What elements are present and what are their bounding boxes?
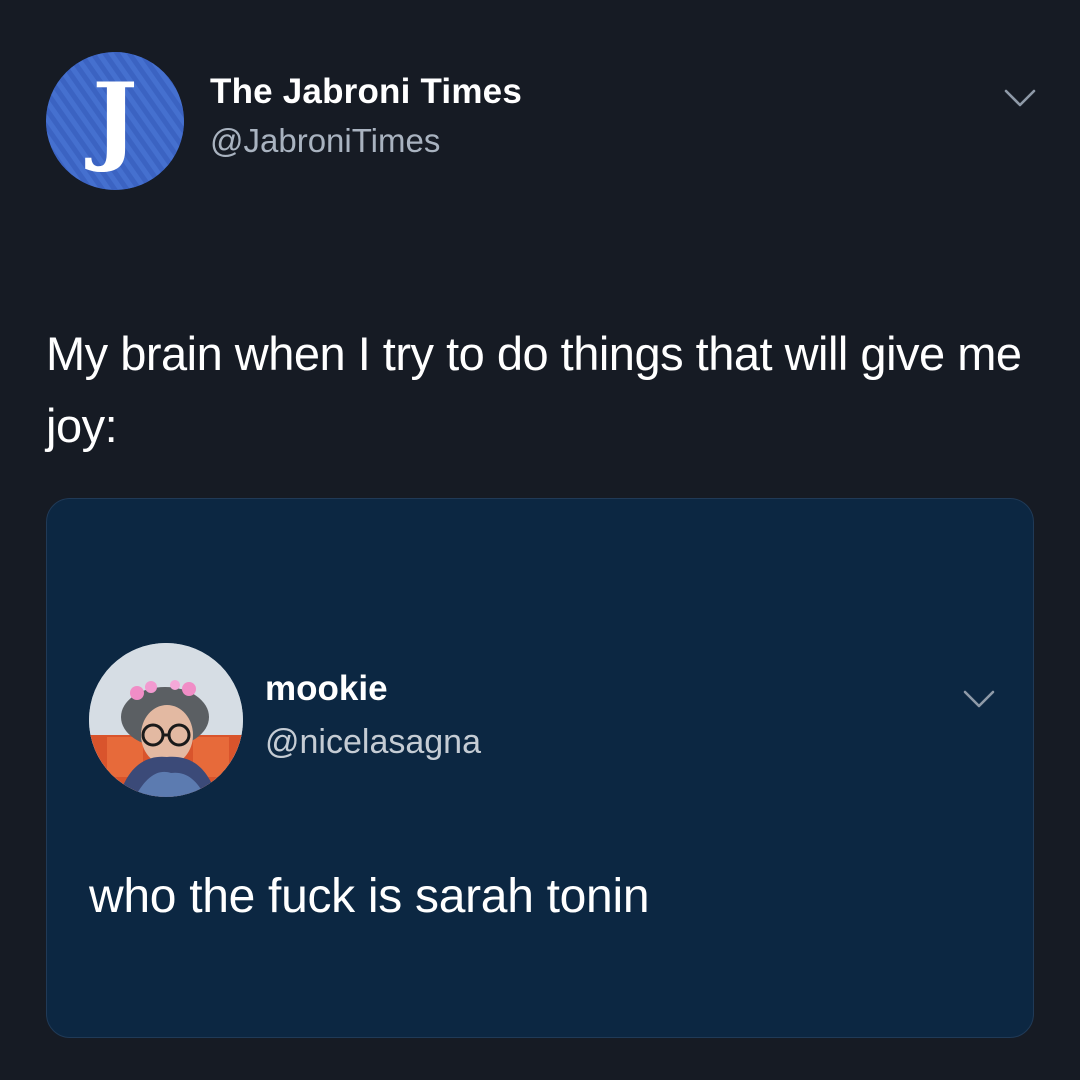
- tweet-text: My brain when I try to do things that wi…: [46, 327, 1022, 452]
- quoted-author-name[interactable]: mookie: [265, 669, 388, 709]
- author-handle[interactable]: @JabroniTimes: [210, 122, 440, 160]
- author-avatar[interactable]: J: [46, 52, 184, 190]
- chevron-down-icon[interactable]: [1002, 86, 1038, 110]
- chevron-down-icon[interactable]: [961, 687, 997, 711]
- quoted-tweet-card[interactable]: mookie @nicelasagna who the fuck is sara…: [46, 498, 1034, 1038]
- svg-text:J: J: [84, 62, 137, 175]
- jabroni-logo-icon: J: [46, 52, 184, 190]
- quoted-tweet-text: who the fuck is sarah tonin: [89, 870, 650, 923]
- quoted-author-handle[interactable]: @nicelasagna: [265, 723, 481, 762]
- profile-photo-icon: [89, 643, 243, 797]
- tweet-card: J The Jabroni Times @JabroniTimes My bra…: [0, 0, 1080, 1080]
- quoted-author-avatar[interactable]: [89, 643, 243, 797]
- author-name[interactable]: The Jabroni Times: [210, 72, 522, 112]
